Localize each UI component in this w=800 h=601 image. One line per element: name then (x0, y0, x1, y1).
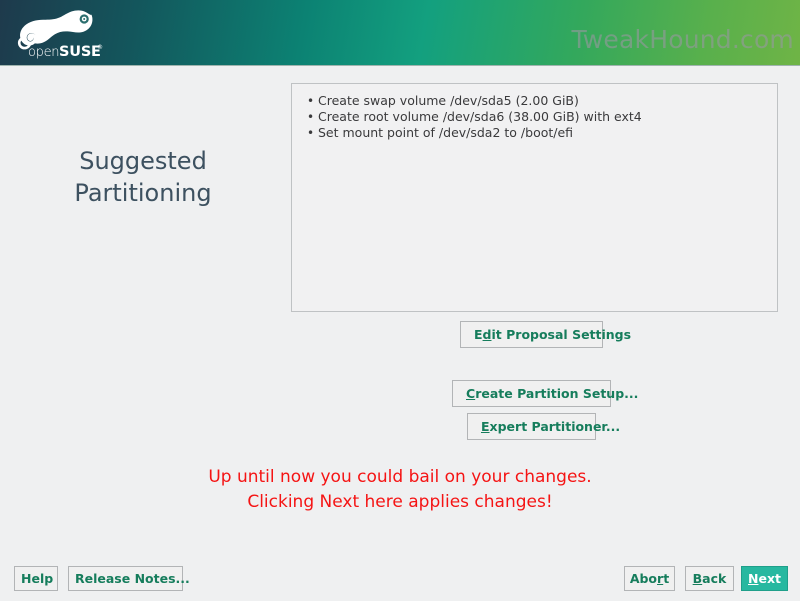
abort-button[interactable]: Abort (624, 566, 675, 591)
next-button[interactable]: Next (741, 566, 788, 591)
page-title-line1: Suggested (79, 147, 207, 175)
button-label-post: xpert Partitioner... (489, 419, 621, 434)
logo-registered-mark: ® (97, 44, 103, 51)
button-mnemonic: C (466, 386, 476, 401)
button-label-post: Release Notes... (75, 571, 190, 586)
back-button[interactable]: Back (685, 566, 734, 591)
warning-line1: Up until now you could bail on your chan… (208, 467, 592, 487)
chameleon-logo-icon: open SUSE ® (17, 10, 103, 60)
list-item: Set mount point of /dev/sda2 to /boot/ef… (307, 125, 767, 141)
list-item: Create swap volume /dev/sda5 (2.00 GiB) (307, 93, 767, 109)
logo-text-suse: SUSE (59, 44, 101, 60)
button-mnemonic: B (692, 571, 703, 586)
button-label-pre: E (474, 327, 483, 342)
button-mnemonic: N (748, 571, 759, 586)
warning-message: Up until now you could bail on your chan… (0, 465, 800, 515)
button-label-post: it Proposal Settings (491, 327, 632, 342)
button-label-post: reate Partition Setup... (475, 386, 639, 401)
header-banner: open SUSE ® TweakHound.com (0, 0, 800, 66)
page-title: Suggested Partitioning (18, 146, 268, 209)
partition-proposal-list: Create swap volume /dev/sda5 (2.00 GiB) … (292, 84, 777, 141)
button-label-post: ext (758, 571, 781, 586)
button-label-post: t (663, 571, 670, 586)
warning-line2: Clicking Next here applies changes! (247, 492, 553, 512)
watermark-text: TweakHound.com (571, 25, 794, 54)
help-button[interactable]: Help (14, 566, 58, 591)
page-title-line2: Partitioning (74, 178, 212, 207)
logo-text-open: open (28, 45, 59, 60)
button-label-pre: Abo (629, 571, 658, 586)
list-item: Create root volume /dev/sda6 (38.00 GiB)… (307, 109, 767, 125)
edit-proposal-settings-button[interactable]: Edit Proposal Settings (460, 321, 631, 348)
release-notes-button[interactable]: Release Notes... (68, 566, 190, 591)
button-mnemonic: E (481, 419, 490, 434)
partition-proposal-box[interactable]: Create swap volume /dev/sda5 (2.00 GiB) … (291, 83, 778, 312)
expert-partitioner-button[interactable]: Expert Partitioner... (467, 413, 620, 440)
button-label-post: Help (21, 571, 54, 586)
create-partition-setup-button[interactable]: Create Partition Setup... (452, 380, 638, 407)
button-label-post: ack (702, 571, 727, 586)
button-mnemonic: d (482, 327, 492, 342)
opensuse-logo: open SUSE ® (12, 6, 104, 60)
